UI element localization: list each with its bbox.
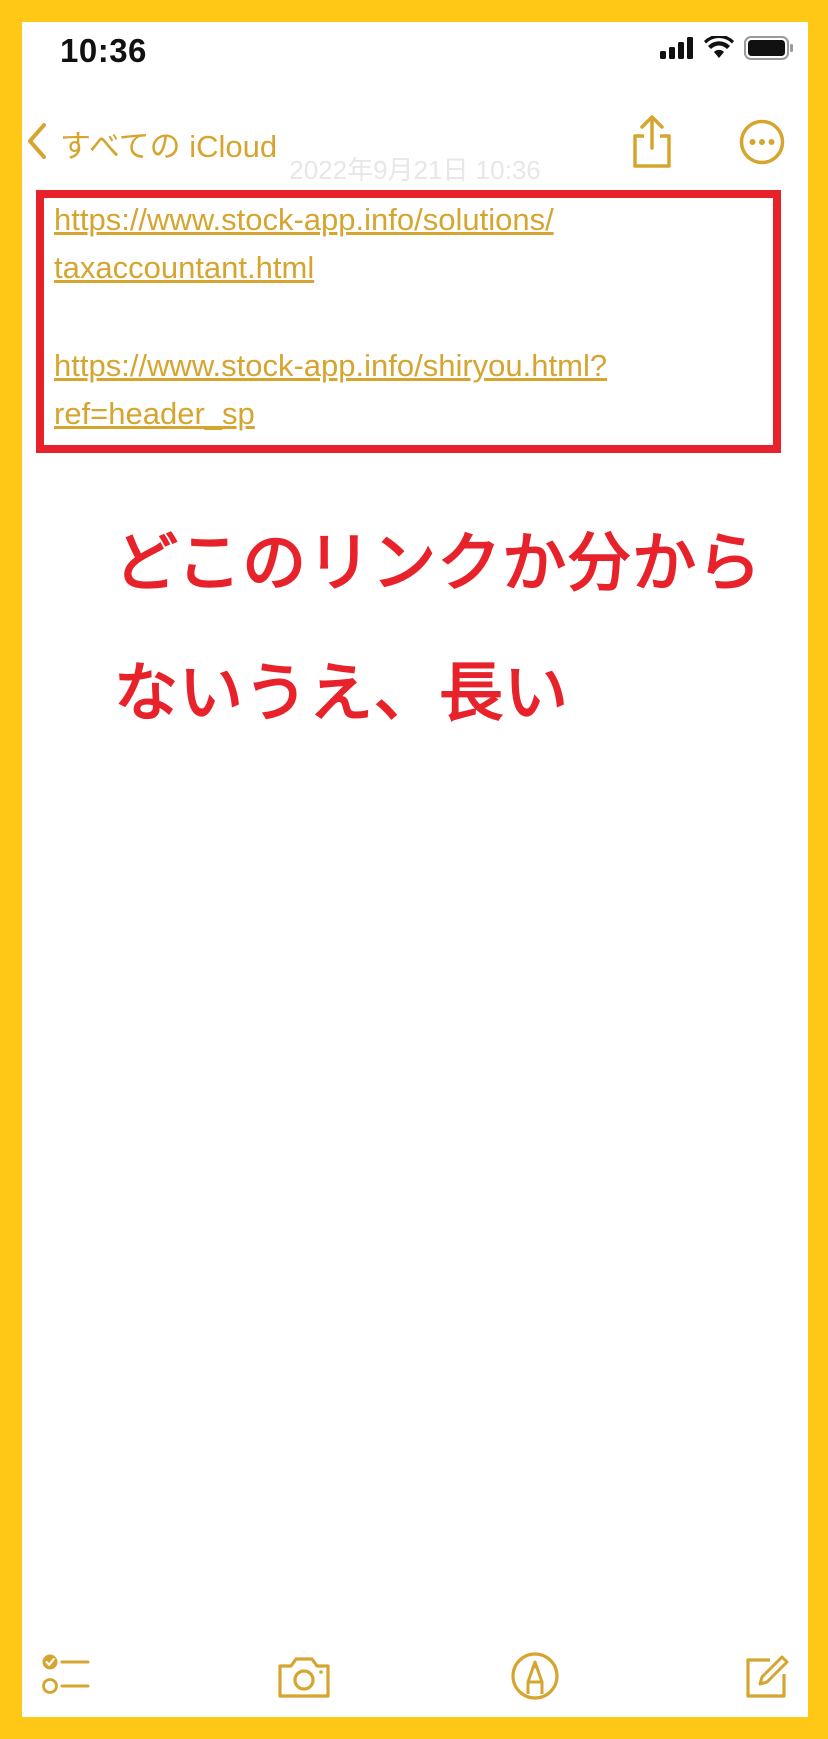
share-button[interactable] bbox=[627, 114, 677, 170]
compose-button[interactable] bbox=[740, 1650, 794, 1704]
ellipsis-circle-icon bbox=[738, 119, 786, 170]
annotation-line-2: ないうえ、長い bbox=[114, 657, 569, 729]
share-icon bbox=[627, 115, 677, 174]
link-1-line-2[interactable]: taxaccountant.html bbox=[54, 250, 314, 286]
camera-button[interactable] bbox=[276, 1650, 332, 1704]
signal-icon bbox=[660, 37, 694, 64]
camera-icon bbox=[276, 1657, 332, 1708]
markup-icon bbox=[509, 1652, 563, 1708]
battery-icon bbox=[744, 36, 794, 65]
checklist-button[interactable] bbox=[40, 1650, 94, 1704]
status-time: 10:36 bbox=[60, 32, 147, 69]
note-timestamp: 2022年9月21日 10:36 bbox=[289, 155, 541, 185]
status-icons bbox=[660, 34, 794, 65]
compose-icon bbox=[740, 1655, 794, 1708]
wifi-icon bbox=[704, 34, 734, 65]
annotation-line-1: どこのリンクか分から bbox=[114, 527, 763, 599]
link-2-line-2[interactable]: ref=header_sp bbox=[54, 396, 255, 432]
more-options-button[interactable] bbox=[738, 118, 786, 166]
notes-screen: 10:36 すべての iCloud 2022年9月21日 10:36 https… bbox=[22, 22, 808, 1717]
checklist-icon bbox=[40, 1654, 94, 1708]
link-1-line-1[interactable]: https://www.stock-app.info/solutions/ bbox=[54, 202, 554, 238]
markup-button[interactable] bbox=[509, 1650, 563, 1704]
link-2-line-1[interactable]: https://www.stock-app.info/shiryou.html? bbox=[54, 348, 607, 384]
